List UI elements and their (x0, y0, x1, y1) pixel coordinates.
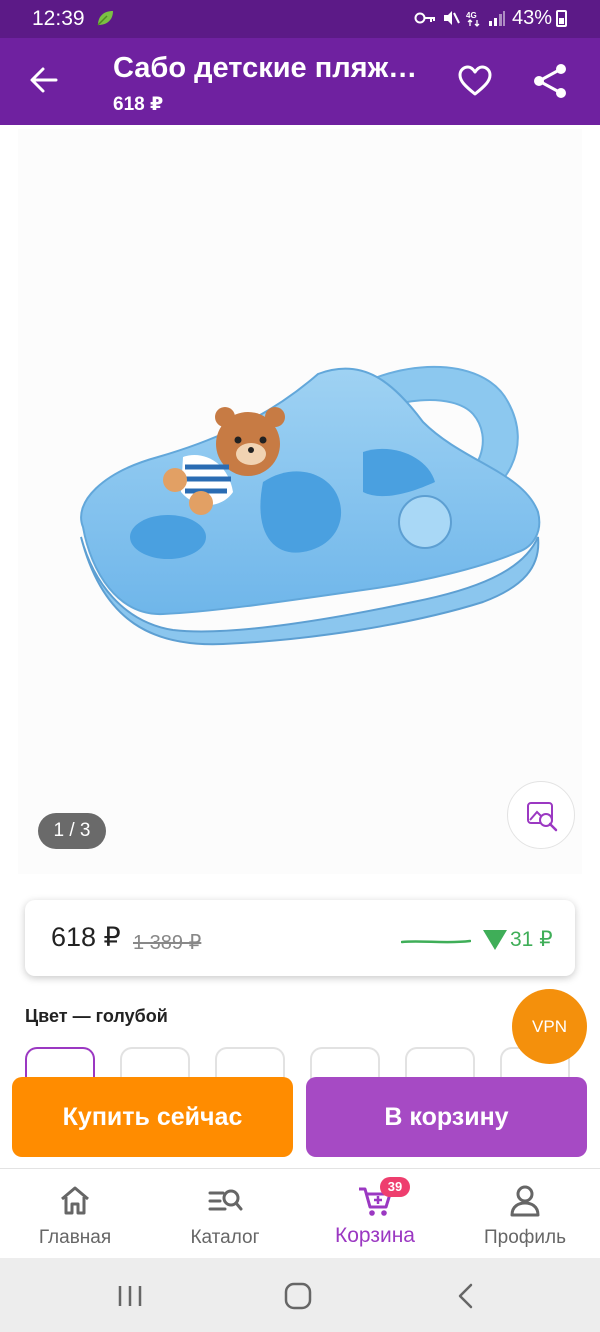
catalog-search-icon (208, 1189, 243, 1211)
signal-icon (489, 11, 505, 26)
share-icon (534, 64, 566, 98)
status-icons: 4G (414, 9, 506, 27)
nav-item-catalog[interactable]: Каталог (150, 1169, 300, 1259)
image-search-icon (527, 802, 558, 832)
recent-apps-icon (118, 1286, 142, 1306)
profile-icon (510, 1185, 540, 1217)
nav-label: Корзина (335, 1224, 415, 1247)
cart-badge: 39 (380, 1177, 410, 1197)
nav-label: Каталог (190, 1227, 260, 1248)
price-drop-value: 31 ₽ (510, 928, 553, 951)
favorite-button[interactable] (455, 61, 495, 101)
color-label: Цвет — голубой (25, 1006, 168, 1026)
back-button[interactable] (24, 60, 64, 100)
nav-label: Главная (38, 1227, 112, 1248)
leaf-icon (95, 8, 115, 33)
app-header: Сабо детские пляжные 618 ₽ (0, 38, 600, 125)
add-to-cart-button[interactable]: В корзину (306, 1077, 587, 1157)
mute-icon (444, 11, 460, 25)
nav-item-cart[interactable]: 39 Корзина (300, 1169, 450, 1259)
current-price: 618 ₽ (51, 922, 121, 952)
nav-item-home[interactable]: Главная (0, 1169, 150, 1259)
bottom-nav: Главная Каталог 39 Корзина Профиль (0, 1168, 600, 1258)
home-circle-icon (284, 1282, 312, 1310)
gallery-pager: 1 / 3 (38, 813, 106, 849)
svg-text:4G: 4G (466, 11, 477, 20)
share-button[interactable] (530, 61, 570, 101)
system-nav-bar (0, 1258, 600, 1332)
system-back-button[interactable] (446, 1280, 486, 1312)
nav-label: Профиль (483, 1227, 567, 1248)
home-icon (61, 1186, 89, 1215)
status-bar: 12:39 4G 43% (0, 0, 600, 38)
battery-percent: 43% (512, 7, 553, 29)
vpn-button[interactable]: VPN (512, 989, 587, 1064)
old-price: 1 389 ₽ (133, 932, 202, 954)
battery-icon (556, 10, 567, 27)
price-trend-icon (401, 939, 471, 944)
triangle-down-icon (483, 929, 507, 950)
product-gallery[interactable]: 1 / 3 (18, 129, 582, 874)
arrow-left-icon (30, 67, 58, 93)
header-price: 618 ₽ (113, 94, 164, 115)
page-title: Сабо детские пляжные (113, 52, 433, 84)
product-image (80, 366, 541, 646)
status-time: 12:39 (32, 7, 85, 30)
price-card[interactable]: 618 ₽ 1 389 ₽ 31 ₽ (25, 900, 575, 976)
price-drop: 31 ₽ (483, 927, 553, 952)
key-icon (414, 12, 435, 24)
network-4g-icon: 4G (466, 11, 480, 27)
visual-search-button[interactable] (507, 781, 575, 849)
nav-item-profile[interactable]: Профиль (450, 1169, 600, 1259)
buy-now-button[interactable]: Купить сейчас (12, 1077, 293, 1157)
chevron-left-icon (458, 1283, 473, 1309)
recent-apps-button[interactable] (110, 1280, 150, 1312)
heart-icon (458, 65, 492, 96)
home-system-button[interactable] (278, 1280, 318, 1312)
